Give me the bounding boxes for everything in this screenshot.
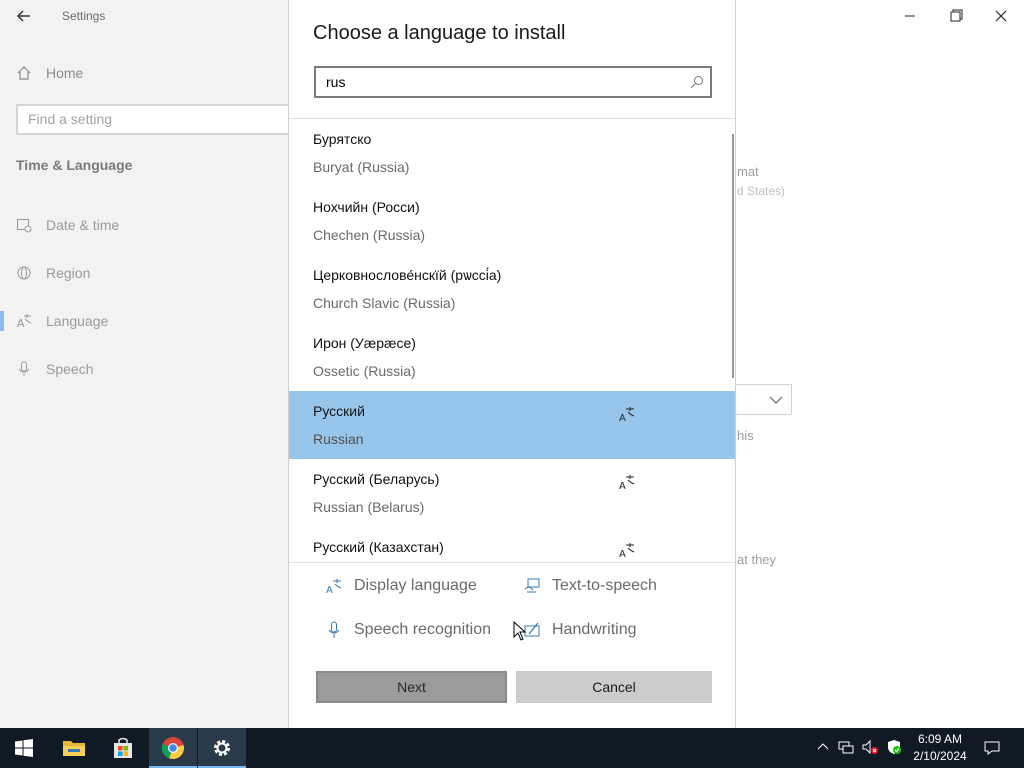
close-icon[interactable] [991, 8, 1011, 24]
language-item[interactable]: Русский (Беларусь) Russian (Belarus) A [289, 459, 735, 527]
nav-item-label: Date & time [46, 217, 120, 233]
language-native-name: Бурятско [313, 131, 372, 147]
nav-item-label: Language [46, 313, 109, 329]
clock-time: 6:09 AM [917, 732, 963, 746]
volume-muted-icon[interactable] [862, 739, 878, 755]
nav-item-speech[interactable]: Speech [16, 357, 93, 381]
choose-language-dialog: Choose a language to install rus Бурятск… [288, 0, 736, 728]
language-icon: A [17, 314, 32, 329]
settings-nav: Settings Home Find a setting Time & Lang… [0, 0, 306, 728]
language-english-name: Church Slavic (Russia) [313, 295, 456, 311]
dialog-title: Choose a language to install [313, 22, 566, 44]
language-search-input[interactable]: rus [314, 66, 712, 98]
app-title: Settings [62, 9, 106, 23]
nav-item-label: Region [46, 265, 91, 281]
taskbar-clock[interactable]: 6:09 AM 2/10/2024 [908, 731, 972, 765]
nav-item-region[interactable]: Region [16, 261, 90, 285]
svg-text:A: A [619, 481, 626, 490]
feature-label: Display language [354, 577, 477, 594]
language-item-selected[interactable]: Русский Russian A [289, 391, 735, 459]
settings-app-button[interactable] [198, 728, 246, 768]
svg-text:A: A [619, 413, 626, 422]
language-item[interactable]: Церковнослове́нскїй (рѡссі́а) Church Sla… [289, 255, 735, 323]
active-indicator [0, 311, 4, 331]
nav-home[interactable]: Home [16, 62, 83, 84]
language-english-name: Ossetic (Russia) [313, 363, 416, 379]
language-item[interactable]: Бурятско Buryat (Russia) [289, 119, 735, 187]
language-native-name: Ирон (Уæрæсе) [313, 335, 416, 351]
language-item[interactable]: Ирон (Уæрæсе) Ossetic (Russia) [289, 323, 735, 391]
chrome-button[interactable] [149, 728, 197, 768]
feature-label: Handwriting [552, 621, 637, 638]
nav-home-label: Home [46, 65, 84, 81]
language-native-name: Церковнослове́нскїй (рѡссі́а) [313, 267, 502, 283]
find-setting-input[interactable]: Find a setting [16, 104, 306, 135]
feature-label: Speech recognition [354, 621, 491, 638]
restore-icon[interactable] [946, 8, 966, 24]
security-shield-icon[interactable] [886, 739, 902, 755]
feature-text-to-speech: Text-to-speech [524, 575, 657, 597]
language-native-name: Русский [313, 403, 365, 419]
language-list: Бурятско Buryat (Russia) Нохчийн (Росси)… [289, 119, 735, 562]
display-language-icon: A [326, 579, 342, 595]
store-button[interactable] [99, 728, 147, 768]
feature-speech-recognition: Speech recognition [326, 619, 491, 641]
cancel-button[interactable]: Cancel [516, 671, 712, 703]
svg-text:A: A [619, 549, 626, 558]
feature-handwriting: Handwriting [524, 619, 636, 641]
bg-states-text: d States) [737, 184, 786, 198]
back-arrow-icon[interactable] [14, 6, 34, 26]
chrome-icon [161, 737, 184, 760]
store-bag-icon [114, 737, 132, 758]
language-native-name: Нохчийн (Росси) [313, 199, 420, 215]
bg-dropdown[interactable] [735, 384, 792, 415]
language-english-name: Russian [313, 431, 364, 447]
language-native-name: Русский (Беларусь) [313, 471, 440, 487]
svg-text:A: A [326, 585, 333, 595]
file-explorer-button[interactable] [50, 728, 98, 768]
chevron-down-icon [769, 396, 783, 404]
start-button[interactable] [0, 728, 48, 768]
display-language-icon: A [619, 475, 635, 490]
language-english-name: Russian (Belarus) [313, 499, 425, 515]
gear-icon [214, 740, 230, 756]
language-english-name: Chechen (Russia) [313, 227, 426, 243]
search-icon [690, 76, 703, 89]
language-item[interactable]: Нохчийн (Росси) Chechen (Russia) [289, 187, 735, 255]
calendar-clock-icon [17, 219, 32, 233]
language-native-name: Русский (Казахстан) [313, 539, 444, 555]
nav-item-label: Speech [46, 361, 94, 377]
microphone-icon [328, 621, 340, 638]
windows-logo-icon [15, 739, 33, 757]
display-language-icon: A [619, 543, 635, 558]
minimize-icon[interactable] [900, 8, 920, 24]
globe-icon [17, 266, 31, 280]
feature-display-language: A Display language [326, 575, 477, 597]
clock-date: 2/10/2024 [913, 749, 967, 763]
network-icon[interactable] [838, 739, 854, 755]
bg-this-text: his [737, 428, 754, 443]
microphone-icon [18, 361, 30, 376]
section-title: Time & Language [16, 157, 133, 173]
bg-format-text: mat [737, 164, 759, 179]
next-button[interactable]: Next [316, 671, 507, 703]
chevron-up-icon[interactable] [815, 739, 831, 755]
search-value: rus [326, 74, 346, 90]
language-item[interactable]: Русский (Казахстан) A [289, 527, 735, 562]
mouse-cursor-icon [513, 621, 527, 641]
folder-icon [63, 741, 85, 756]
taskbar: 6:09 AM 2/10/2024 [0, 728, 1024, 768]
language-english-name: Buryat (Russia) [313, 159, 410, 175]
bg-they-text: at they [737, 552, 777, 567]
text-to-speech-icon [524, 578, 540, 593]
scrollbar-thumb[interactable] [732, 134, 734, 378]
notifications-icon[interactable] [984, 740, 1000, 756]
home-icon [17, 66, 31, 80]
feature-label: Text-to-speech [552, 577, 657, 594]
divider [289, 562, 735, 563]
nav-item-date-time[interactable]: Date & time [16, 213, 119, 237]
nav-item-language[interactable]: A Language [16, 309, 108, 333]
svg-text:A: A [17, 317, 25, 329]
display-language-icon: A [619, 407, 635, 422]
